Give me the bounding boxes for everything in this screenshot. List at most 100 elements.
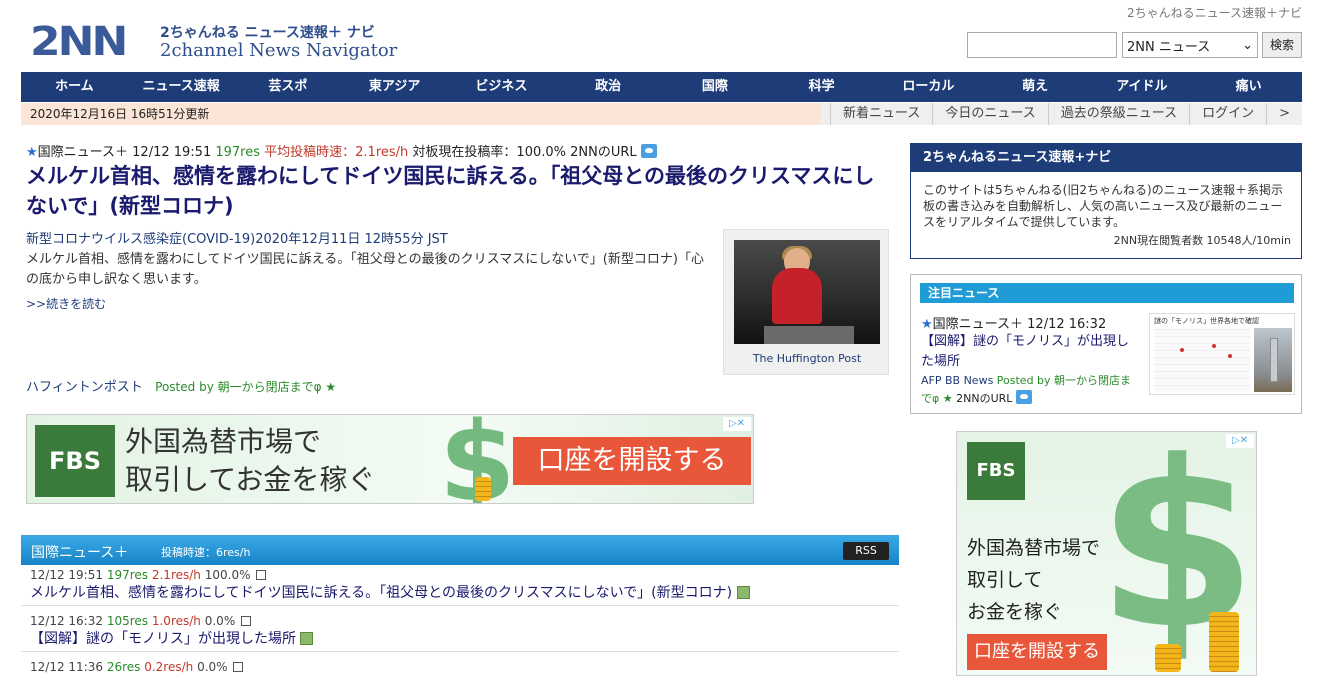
nav-moe[interactable]: 萌え — [982, 72, 1089, 102]
search-scope-select[interactable]: 2NN ニュース ⌄ — [1122, 32, 1258, 58]
top-story-category[interactable]: 国際ニュース＋ — [38, 145, 128, 160]
site-header: 2NN 2ちゃんねる ニュース速報＋ ナビ 2channel News Navi… — [0, 0, 1333, 72]
subnav-more[interactable]: > — [1266, 103, 1302, 125]
nav-business[interactable]: ビジネス — [448, 72, 555, 102]
thumbnail-caption: The Huffington Post — [752, 352, 862, 365]
chevron-down-icon: ⌄ — [1242, 37, 1253, 53]
top-story-thumbnail[interactable]: The Huffington Post — [723, 229, 889, 375]
feed-header: 国際ニュース＋ 投稿時速：6res/h RSS — [21, 535, 899, 565]
feed-rate: 投稿時速：6res/h — [161, 546, 251, 559]
feed-row-meta: 12/12 11:36 26res 0.2res/h 0.0% — [30, 660, 899, 674]
nav-politics[interactable]: 政治 — [555, 72, 662, 102]
search-button[interactable]: 検索 — [1262, 32, 1302, 58]
top-story-board-rate: 対板現在投稿率：100.0% — [412, 145, 566, 160]
featured-news-box: 注目ニュース ★国際ニュース＋ 12/12 16:32 【図解】謎の「モノリス」… — [910, 274, 1302, 414]
feed-row-title[interactable]: 【図解】謎の「モノリス」が出現した場所 — [30, 631, 314, 647]
top-story-res: 197res — [215, 145, 261, 160]
source-line: ハフィントンポスト Posted by 朝一から閉店までφ ★ — [26, 376, 336, 395]
nav-science[interactable]: 科学 — [768, 72, 875, 102]
nav-geispo[interactable]: 芸スポ — [235, 72, 342, 102]
image-icon — [736, 586, 750, 599]
top-story-headline[interactable]: メルケル首相、感情を露わにしてドイツ国民に訴える。「祖父母との最後のクリスマスに… — [26, 161, 886, 221]
world-map-graphic — [1154, 328, 1250, 392]
about-body: このサイトは5ちゃんねる(旧2ちゃんねる)のニュース速報＋系掲示板の書き込みを自… — [923, 183, 1284, 229]
source-name[interactable]: ハフィントンポスト — [26, 380, 143, 395]
nav-east-asia[interactable]: 東アジア — [341, 72, 448, 102]
ad-text-line3: お金を稼ぐ — [967, 601, 1063, 623]
feed-row-title[interactable]: メルケル首相、感情を露わにしてドイツ国民に訴える。「祖父母との最後のクリスマスに… — [30, 585, 750, 601]
ad-text-line2: 取引してお金を稼ぐ — [125, 463, 376, 496]
site-logo[interactable]: 2NN 2ちゃんねる ニュース速報＋ ナビ 2channel News Navi… — [30, 18, 410, 66]
top-story-url-link[interactable]: 2NNのURL — [570, 145, 637, 160]
feed-row-meta: 12/12 19:51 197res 2.1res/h 100.0% — [30, 568, 899, 582]
ad-text-line1: 外国為替市場で — [125, 425, 322, 458]
fbs-logo: FBS — [967, 442, 1025, 500]
top-story-excerpt: 新型コロナウイルス感染症(COVID-19)2020年12月11日 12時55分… — [26, 230, 706, 314]
about-box: 2ちゃんねるニュース速報+ナビ このサイトは5ちゃんねる(旧2ちゃんねる)のニュ… — [910, 143, 1302, 259]
ad-banner-side[interactable]: $ FBS 外国為替市場で 取引して お金を稼ぐ 口座を開設する ▷✕ — [956, 431, 1257, 676]
featured-source[interactable]: AFP BB News — [921, 374, 993, 387]
main-nav: ホーム ニュース速報 芸スポ 東アジア ビジネス 政治 国際 科学 ローカル 萌… — [21, 72, 1302, 102]
sub-bar: 2020年12月16日 16時51分更新 新着ニュース 今日のニュース 過去の祭… — [21, 103, 1302, 125]
coins-icon — [1155, 644, 1181, 672]
ad-choices-icon[interactable]: ▷✕ — [723, 417, 751, 431]
article-body: メルケル首相、感情を露わにしてドイツ国民に訴える。「祖父母との最後のクリスマスに… — [26, 252, 704, 287]
open-account-button[interactable]: 口座を開設する — [967, 634, 1107, 670]
featured-source-line: AFP BB News Posted by 朝一から閉店までφ ★ 2NNのUR… — [921, 372, 1141, 408]
ad-choices-icon[interactable]: ▷✕ — [1226, 434, 1254, 448]
nav-itai[interactable]: 痛い — [1195, 72, 1302, 102]
logo-mark: 2NN — [30, 18, 128, 65]
search-input[interactable] — [967, 32, 1117, 58]
image-icon — [300, 632, 314, 645]
nav-home[interactable]: ホーム — [21, 72, 128, 102]
checkbox-icon[interactable] — [256, 570, 267, 580]
coins-icon — [475, 477, 491, 501]
nav-local[interactable]: ローカル — [875, 72, 982, 102]
featured-url-link[interactable]: 2NNのURL — [956, 392, 1012, 405]
feed-row[interactable]: 12/12 11:36 26res 0.2res/h 0.0% — [21, 658, 899, 676]
rss-button[interactable]: RSS — [843, 542, 889, 560]
nav-news[interactable]: ニュース速報 — [128, 72, 235, 102]
subnav-new-news[interactable]: 新着ニュース — [830, 103, 932, 125]
logo-japanese-name: 2ちゃんねる ニュース速報＋ ナビ — [160, 25, 375, 41]
posted-by: Posted by 朝一から閉店までφ ★ — [155, 380, 337, 394]
feed-title[interactable]: 国際ニュース＋ — [31, 542, 128, 562]
article-date: 新型コロナウイルス感染症(COVID-19)2020年12月11日 12時55分… — [26, 232, 448, 247]
ad-text-line1: 外国為替市場で — [967, 537, 1101, 559]
subnav-today-news[interactable]: 今日のニュース — [932, 103, 1047, 125]
checkbox-icon[interactable] — [241, 616, 252, 626]
search-scope-value: 2NN ニュース — [1127, 39, 1211, 55]
feed-row[interactable]: 12/12 16:32 105res 1.0res/h 0.0% 【図解】謎の「… — [21, 612, 899, 652]
about-title: 2ちゃんねるニュース速報+ナビ — [911, 144, 1301, 172]
viewer-count: 2NN現在閲覧者数 10548人/10min — [1113, 234, 1291, 247]
header-tagline: 2ちゃんねるニュース速報＋ナビ — [1126, 6, 1302, 20]
featured-thumbnail[interactable]: 謎の「モノリス」世界各地で確認 — [1149, 313, 1295, 395]
twitter-icon[interactable] — [640, 144, 657, 158]
top-story-avg-rate: 平均投稿時速：2.1res/h — [264, 145, 409, 160]
open-account-button[interactable]: 口座を開設する — [513, 437, 751, 485]
twitter-icon[interactable] — [1015, 390, 1032, 404]
read-more-link[interactable]: >>続きを読む — [26, 294, 706, 314]
coins-icon — [1209, 612, 1239, 672]
sub-nav: 新着ニュース 今日のニュース 過去の祭級ニュース ログイン > — [830, 103, 1302, 125]
ad-banner-top[interactable]: $ FBS 外国為替市場で 取引してお金を稼ぐ 口座を開設する ▷✕ — [26, 414, 754, 504]
ad-text: 外国為替市場で 取引してお金を稼ぐ — [125, 423, 375, 499]
featured-image-caption: 謎の「モノリス」世界各地で確認 — [1154, 317, 1259, 325]
logo-english-name: 2channel News Navigator — [160, 40, 398, 61]
featured-category[interactable]: 国際ニュース＋ — [933, 317, 1023, 332]
feed-row[interactable]: 12/12 19:51 197res 2.1res/h 100.0% メルケル首… — [21, 566, 899, 606]
star-icon: ★ — [921, 317, 933, 332]
nav-idol[interactable]: アイドル — [1089, 72, 1196, 102]
last-updated: 2020年12月16日 16時51分更新 — [21, 103, 821, 125]
ad-text: 外国為替市場で 取引して お金を稼ぐ — [967, 532, 1100, 628]
checkbox-icon[interactable] — [233, 662, 244, 672]
featured-title[interactable]: 【図解】謎の「モノリス」が出現した場所 — [921, 332, 1141, 372]
feed-row-meta: 12/12 16:32 105res 1.0res/h 0.0% — [30, 614, 899, 628]
featured-datetime: 12/12 16:32 — [1027, 317, 1107, 332]
nav-international[interactable]: 国際 — [662, 72, 769, 102]
ad-text-line2: 取引して — [967, 569, 1043, 591]
featured-meta: ★国際ニュース＋ 12/12 16:32 — [921, 313, 1106, 332]
subnav-login[interactable]: ログイン — [1189, 103, 1266, 125]
top-story-meta: ★国際ニュース＋ 12/12 19:51 197res 平均投稿時速：2.1re… — [26, 141, 657, 160]
subnav-past-news[interactable]: 過去の祭級ニュース — [1047, 103, 1189, 125]
